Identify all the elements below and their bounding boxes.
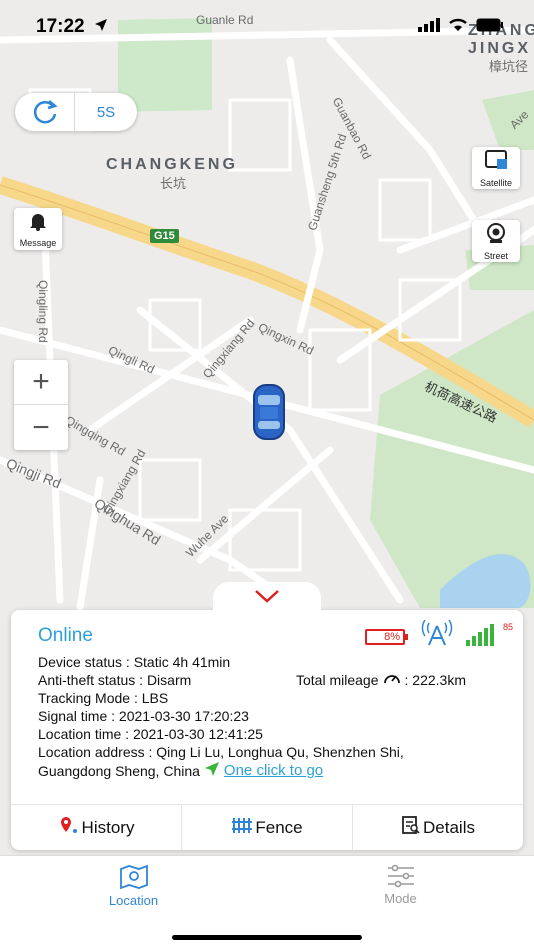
tracking-mode: Tracking Mode : LBS [38,690,169,706]
fence-label: Fence [255,817,303,837]
history-button[interactable]: History [11,805,181,850]
total-mileage: Total mileage : 222.3km [296,670,466,689]
street-view-icon [484,222,508,249]
map-icon [119,864,149,893]
satellite-icon [483,149,509,176]
location-address-line2: Guangdong Sheng, China [38,763,200,779]
street-label: Street [483,250,508,261]
signal-bars-icon [466,624,496,651]
location-address-line1: Location address : Qing Li Lu, Longhua Q… [38,744,404,760]
signal-strength: 85 [503,622,514,632]
message-label: Message [19,237,57,248]
chevron-down-icon [254,589,280,608]
device-info-card: Online 8% 85 Device status : Static 4h 4… [11,610,523,850]
location-time: Location time : 2021-03-30 12:41:25 [38,726,263,742]
mileage-label: Total mileage [296,671,379,688]
collapse-panel-button[interactable] [213,582,321,614]
cellular-icon [418,18,440,37]
mileage-value: : 222.3km [404,671,466,688]
signal-time: Signal time : 2021-03-30 17:20:23 [38,708,249,724]
tab-location-label: Location [108,893,159,908]
sliders-icon [386,864,416,891]
location-arrow-icon [94,18,108,37]
refresh-control[interactable]: 5S [15,93,137,131]
zoom-out-button[interactable]: − [14,405,68,450]
device-status: Device status : Static 4h 41min [38,654,231,670]
zoom-in-button[interactable]: + [14,360,68,405]
home-indicator [172,935,362,940]
history-pin-icon [58,815,80,840]
satellite-button[interactable]: Satellite [472,147,520,189]
tab-mode-label: Mode [384,891,417,906]
details-icon [401,815,421,840]
car-marker[interactable] [252,383,286,446]
map-label-changkeng: CHANGKENG [106,156,238,173]
street-button[interactable]: Street [472,220,520,262]
fence-icon [231,816,253,839]
device-battery: 8% [365,629,408,645]
signal-tower-icon [421,619,453,651]
satellite-label: Satellite [479,177,513,188]
status-time: 17:22 [36,16,85,37]
bell-icon [28,211,48,236]
navigate-icon [204,761,220,781]
map-label-changkeng-cn: 长坑 [160,176,187,191]
battery-icon [476,18,504,37]
refresh-interval[interactable]: 5S [75,104,137,121]
one-click-to-go-link[interactable]: One click to go [224,762,323,780]
fence-button[interactable]: Fence [181,805,352,850]
map-label-g15: G15 [150,229,179,243]
refresh-icon[interactable] [15,93,75,131]
history-label: History [81,817,135,837]
details-button[interactable]: Details [352,805,523,850]
zoom-control: + − [14,360,68,450]
online-status: Online [38,625,93,646]
speedometer-icon [383,670,401,689]
message-button[interactable]: Message [14,208,62,250]
status-bar: 17:22 [0,0,534,50]
map-label-qingling-rd: Qingling Rd [36,280,50,343]
details-label: Details [423,817,475,837]
map-label-jingxi-cn: 樟坑径 [489,59,529,74]
wifi-icon [448,18,468,37]
